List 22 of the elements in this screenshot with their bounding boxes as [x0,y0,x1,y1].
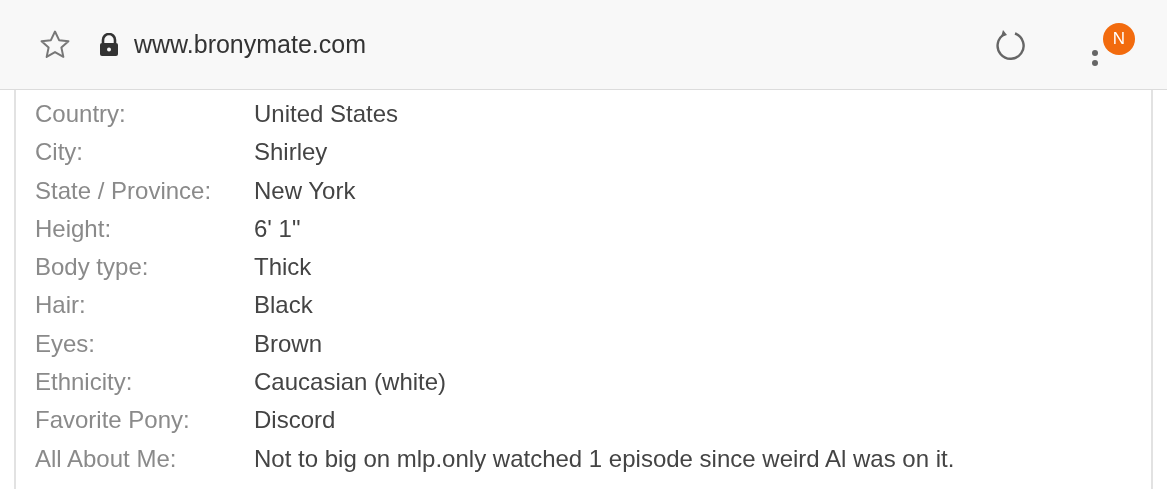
field-label: Height: [35,213,113,244]
field-value: Shirley [254,137,329,168]
field-value: Caucasian (white) [254,367,448,398]
field-label: City: [35,137,84,168]
field-value: Discord [254,405,337,436]
field-label: Favorite Pony: [35,405,191,436]
field-label: Hair: [35,290,87,321]
field-value: Black [254,290,314,321]
field-label: State / Province: [35,175,213,206]
field-value: Not to big on mlp.only watched 1 episode since weird Al was on it. [254,443,956,474]
field-value: New York [254,175,357,206]
field-value: United States [254,99,400,129]
field-label: Ethnicity: [35,367,134,398]
field-value: Thick [254,252,313,283]
field-label: Country: [35,99,127,129]
notification-badge: N [1103,22,1135,55]
field-label: Eyes: [35,328,97,359]
field-value: Brown [254,328,324,359]
url-text[interactable]: www.bronymate.com [134,30,367,59]
field-value: 6' 1" [254,213,302,244]
field-label: Body type: [35,252,150,283]
field-label: All About Me: [35,443,178,474]
